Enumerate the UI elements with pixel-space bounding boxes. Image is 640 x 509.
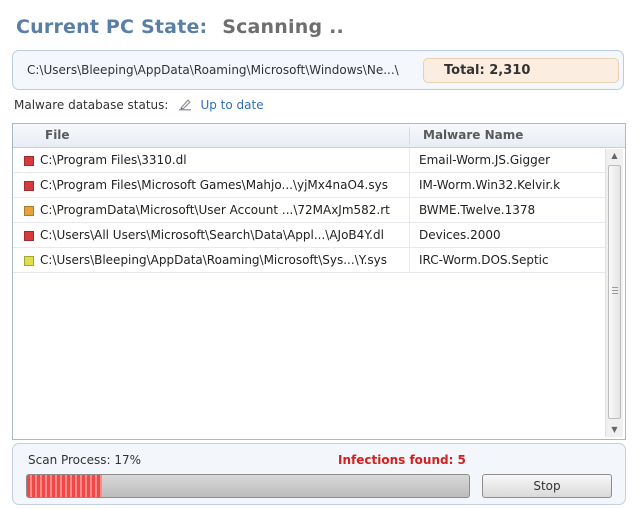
table-row[interactable]: C:\Users\Bleeping\AppData\Roaming\Micros…: [13, 248, 606, 273]
column-divider[interactable]: [409, 127, 410, 145]
row-malware-name: IRC-Worm.DOS.Septic: [419, 253, 549, 267]
database-update-link[interactable]: Up to date: [200, 98, 263, 112]
row-divider: [409, 173, 410, 197]
column-header-malware-name[interactable]: Malware Name: [423, 128, 523, 142]
row-divider: [409, 223, 410, 247]
row-malware-name: Email-Worm.JS.Gigger: [419, 153, 551, 167]
scan-progress-panel: Scan Process: 17% Infections found: 5 St…: [12, 443, 626, 505]
current-path-panel: C:\Users\Bleeping\AppData\Roaming\Micros…: [12, 50, 624, 90]
table-row[interactable]: C:\Program Files\3310.dl Email-Worm.JS.Gi…: [13, 148, 606, 173]
threat-level-icon: [24, 156, 34, 166]
table-header: File Malware Name: [13, 124, 625, 148]
scroll-down-arrow-icon[interactable]: ▼: [606, 423, 623, 437]
table-row[interactable]: C:\Users\All Users\Microsoft\Search\Data…: [13, 223, 606, 248]
scroll-up-arrow-icon[interactable]: ▲: [606, 149, 623, 163]
infections-count: Infections found: 5: [338, 453, 466, 467]
table-row[interactable]: C:\ProgramData\Microsoft\User Account ..…: [13, 198, 606, 223]
row-file-path: C:\Program Files\Microsoft Games\Mahjo..…: [40, 178, 388, 192]
total-scanned-badge: Total: 2,310: [423, 58, 619, 83]
row-malware-name: IM-Worm.Win32.Kelvir.k: [419, 178, 561, 192]
stop-button[interactable]: Stop: [482, 474, 612, 498]
table-row[interactable]: C:\Program Files\Microsoft Games\Mahjo..…: [13, 173, 606, 198]
scrollbar-thumb[interactable]: [608, 165, 621, 419]
threat-level-icon: [24, 231, 34, 241]
row-malware-name: Devices.2000: [419, 228, 501, 242]
threat-level-icon: [24, 181, 34, 191]
row-file-path: C:\ProgramData\Microsoft\User Account ..…: [40, 203, 390, 217]
database-status-label: Malware database status:: [14, 98, 169, 112]
scan-progress-label: Scan Process: 17%: [28, 453, 142, 467]
table-body: C:\Program Files\3310.dl Email-Worm.JS.Gi…: [13, 148, 606, 273]
database-status-row: Malware database status: Up to date: [14, 98, 264, 112]
page-title: Current PC State: Scanning ..: [16, 16, 344, 38]
row-malware-name: BWME.Twelve.1378: [419, 203, 536, 217]
row-divider: [409, 148, 410, 172]
row-divider: [409, 248, 410, 272]
scan-progress-bar: [26, 474, 470, 498]
vertical-scrollbar[interactable]: ▲ ▼: [605, 149, 623, 437]
edit-pencil-icon: [178, 98, 192, 112]
threat-level-icon: [24, 256, 34, 266]
malware-results-table: File Malware Name C:\Program Files\3310.…: [12, 123, 626, 440]
state-label: Current PC State:: [16, 16, 208, 38]
row-file-path: C:\Program Files\3310.dl: [40, 153, 187, 167]
progress-fill: [27, 475, 103, 497]
threat-level-icon: [24, 206, 34, 216]
scan-state: Scanning ..: [222, 16, 344, 38]
row-file-path: C:\Users\All Users\Microsoft\Search\Data…: [40, 228, 384, 242]
scrollbar-grip-icon: [612, 287, 618, 296]
row-file-path: C:\Users\Bleeping\AppData\Roaming\Micros…: [40, 253, 388, 267]
current-scan-path: C:\Users\Bleeping\AppData\Roaming\Micros…: [27, 63, 399, 77]
row-divider: [409, 198, 410, 222]
column-header-file[interactable]: File: [45, 128, 70, 142]
